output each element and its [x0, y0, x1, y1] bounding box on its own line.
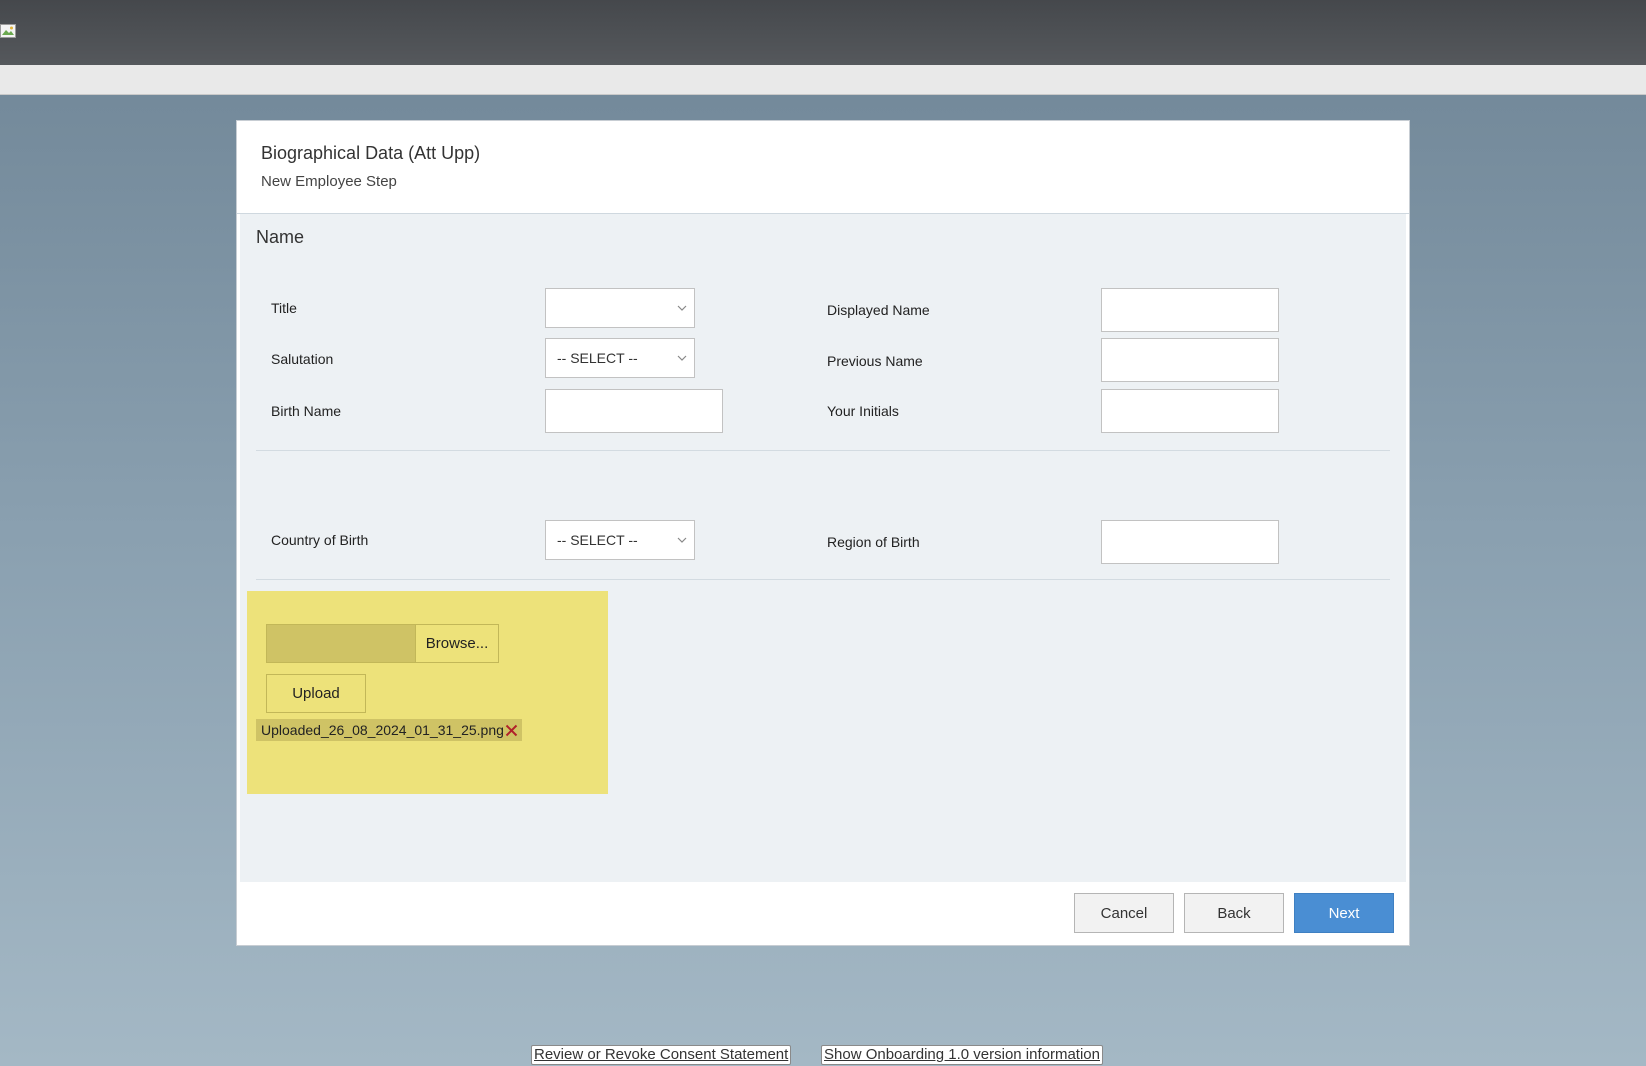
country-of-birth-label: Country of Birth — [271, 532, 369, 548]
birth-name-label: Birth Name — [271, 403, 342, 419]
uploaded-file-item: Uploaded_26_08_2024_01_31_25.png — [256, 719, 522, 741]
dialog-header: Biographical Data (Att Upp) New Employee… — [237, 121, 1409, 214]
dialog-title: Biographical Data (Att Upp) — [261, 143, 481, 163]
title-select[interactable] — [545, 288, 695, 328]
upload-button[interactable]: Upload — [266, 674, 366, 713]
cancel-button[interactable]: Cancel — [1074, 893, 1174, 933]
browse-button[interactable]: Browse... — [415, 624, 499, 663]
country-of-birth-select-value: -- SELECT -- — [557, 532, 638, 548]
salutation-select-value: -- SELECT -- — [557, 350, 638, 366]
next-button[interactable]: Next — [1294, 893, 1394, 933]
attachment-upload-panel: Browse... Upload Uploaded_26_08_2024_01_… — [247, 591, 608, 794]
region-of-birth-label: Region of Birth — [827, 534, 920, 550]
country-of-birth-select[interactable]: -- SELECT -- — [545, 520, 695, 560]
chevron-down-icon — [677, 537, 687, 543]
displayed-name-input[interactable] — [1101, 288, 1279, 332]
sub-header-bar — [0, 65, 1646, 95]
broken-image-icon — [0, 24, 16, 38]
chevron-down-icon — [677, 355, 687, 361]
dialog-subtitle: New Employee Step — [261, 173, 397, 190]
review-consent-link[interactable]: Review or Revoke Consent Statement — [531, 1045, 792, 1065]
section-title-name: Name — [256, 227, 305, 247]
region-of-birth-input[interactable] — [1101, 520, 1279, 564]
your-initials-input[interactable] — [1101, 389, 1279, 433]
salutation-label: Salutation — [271, 351, 334, 367]
previous-name-input[interactable] — [1101, 338, 1279, 382]
divider — [256, 579, 1390, 580]
version-info-link[interactable]: Show Onboarding 1.0 version information — [821, 1045, 1103, 1065]
title-label: Title — [271, 300, 297, 316]
divider — [256, 450, 1390, 451]
back-button[interactable]: Back — [1184, 893, 1284, 933]
top-header-bar — [0, 0, 1646, 65]
displayed-name-label: Displayed Name — [827, 302, 930, 318]
file-path-field[interactable] — [266, 624, 416, 663]
chevron-down-icon — [677, 305, 687, 311]
previous-name-label: Previous Name — [827, 353, 923, 369]
uploaded-file-name: Uploaded_26_08_2024_01_31_25.png — [261, 722, 504, 738]
your-initials-label: Your Initials — [827, 403, 899, 419]
salutation-select[interactable]: -- SELECT -- — [545, 338, 695, 378]
birth-name-input[interactable] — [545, 389, 723, 433]
close-icon[interactable] — [505, 724, 518, 737]
